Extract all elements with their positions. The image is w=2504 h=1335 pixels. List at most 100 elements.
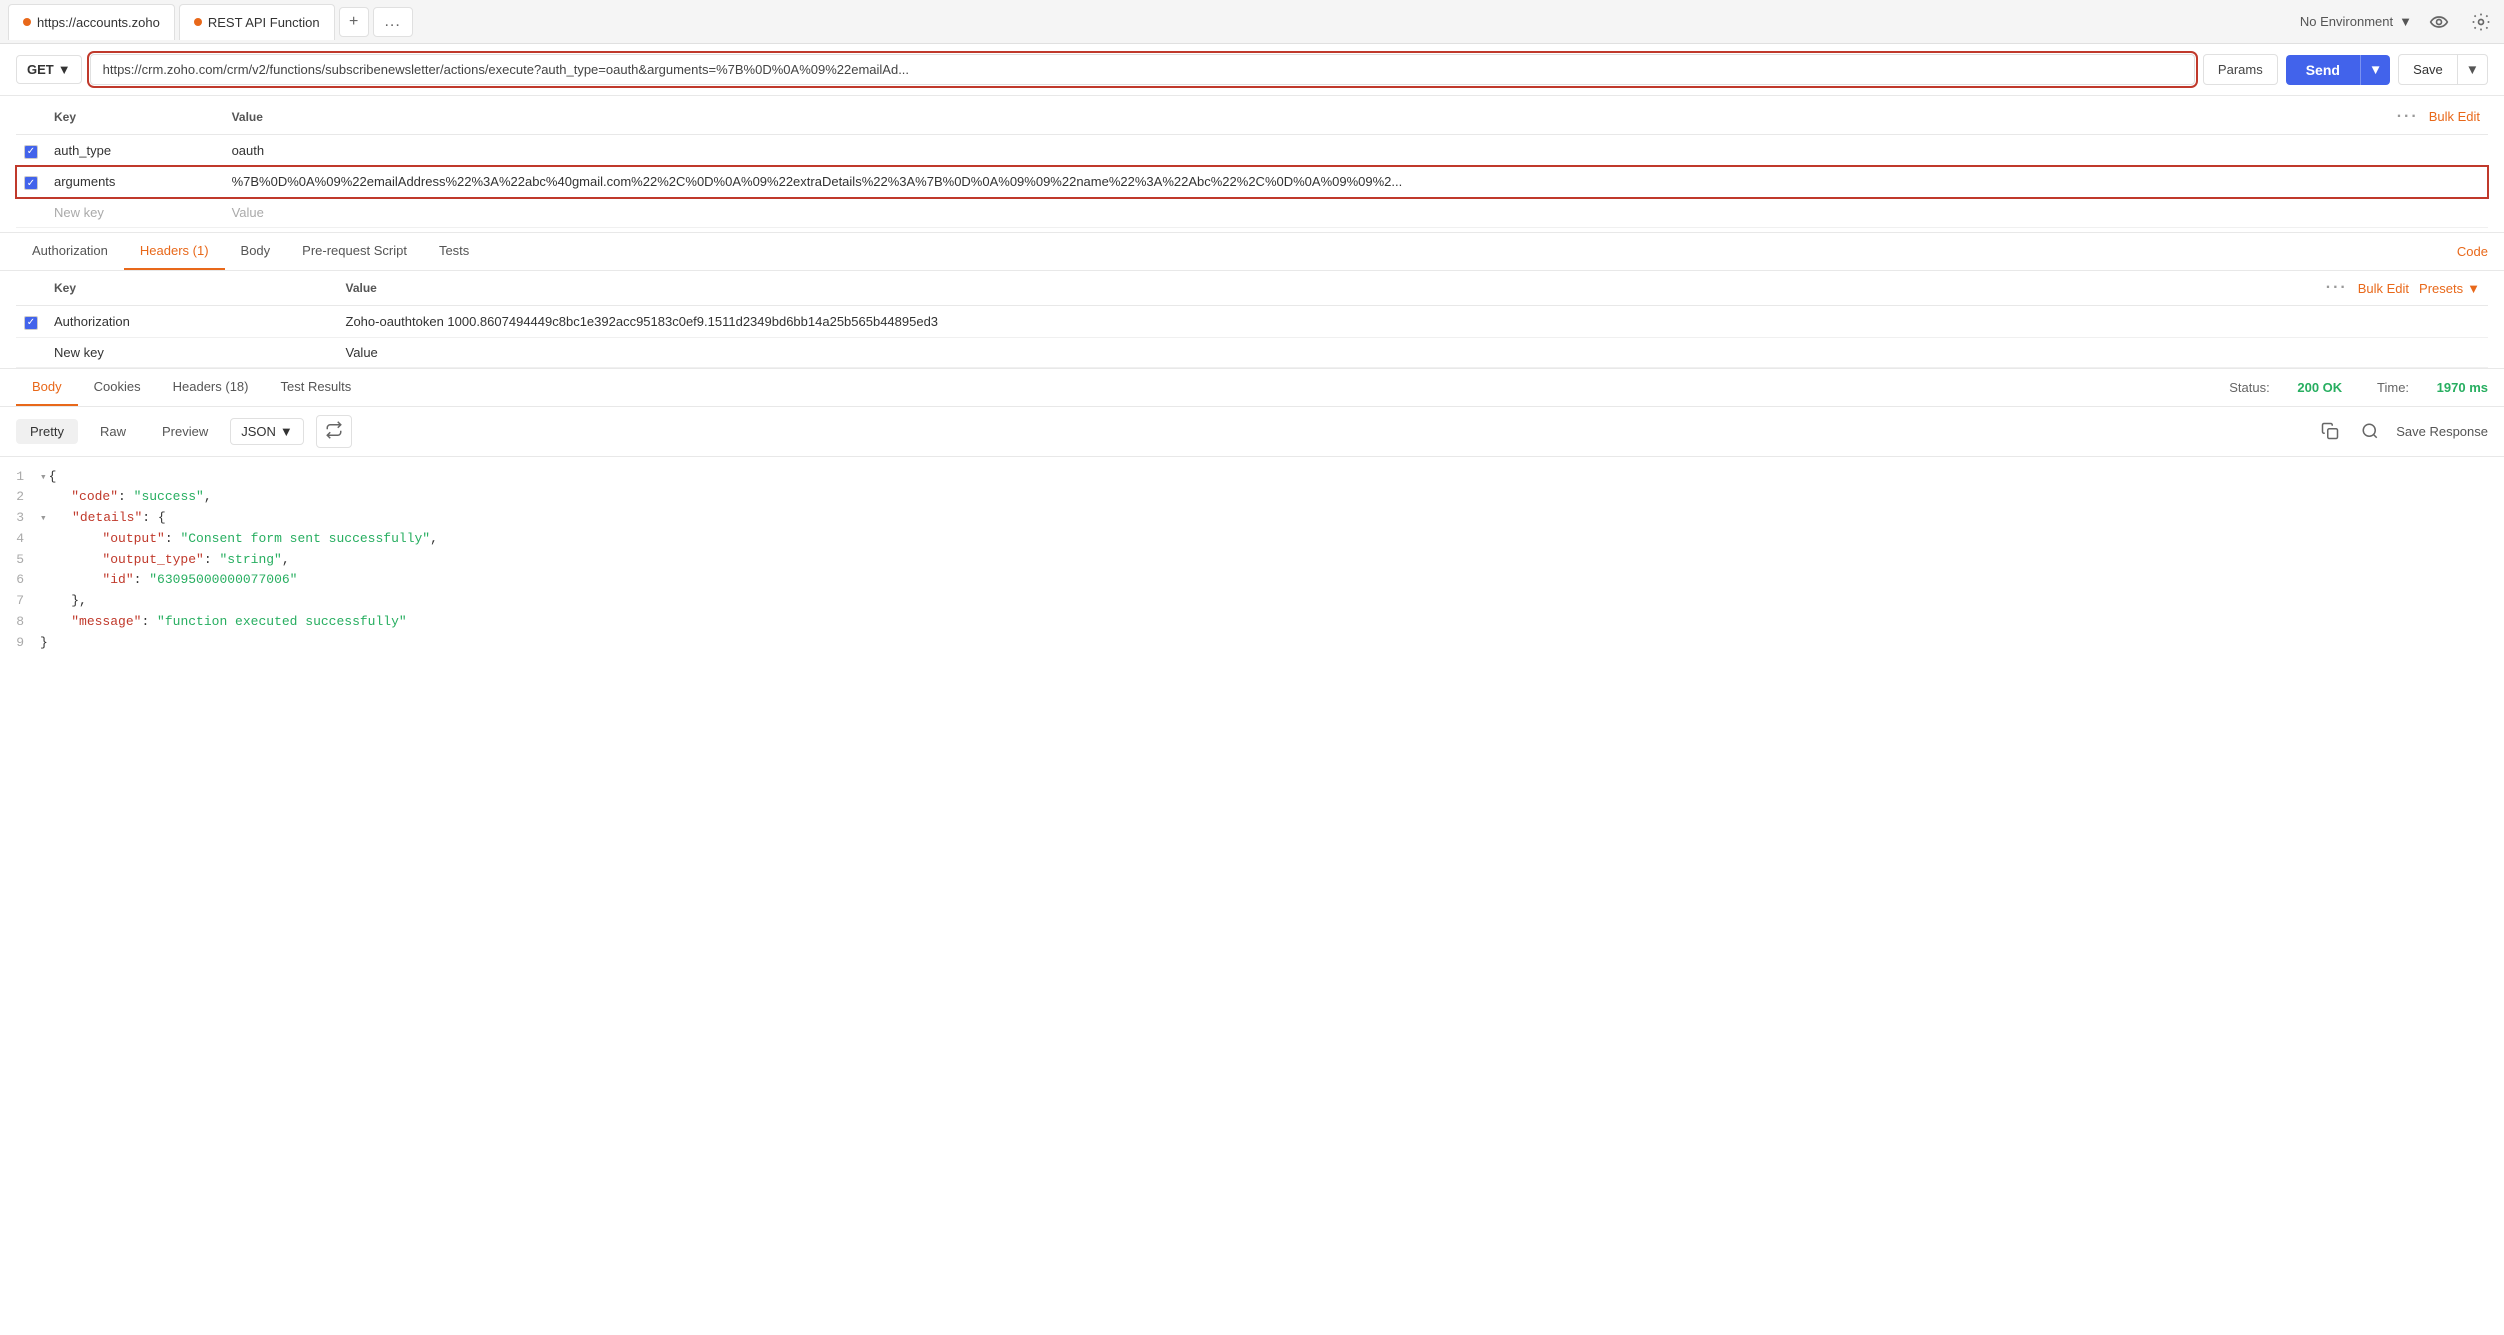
send-dropdown-button[interactable]: ▼ [2360, 55, 2390, 85]
bulk-edit-button[interactable]: Bulk Edit [2429, 109, 2480, 124]
tab-body[interactable]: Body [225, 233, 287, 270]
search-icon[interactable] [2356, 417, 2384, 445]
status-label: Status: [2229, 380, 2269, 395]
tab-accounts-zoho[interactable]: https://accounts.zoho [8, 4, 175, 40]
code-line: 9 } [0, 633, 2504, 654]
tab-dot-icon [194, 18, 202, 26]
params-header-row: Key Value ··· Bulk Edit auth_type oauth [16, 96, 2488, 232]
response-body-toolbar: Pretty Raw Preview JSON ▼ Save Response [0, 407, 2504, 457]
headers-check-header [16, 271, 46, 306]
code-line: 1 ▾{ [0, 467, 2504, 488]
response-tab-cookies[interactable]: Cookies [78, 369, 157, 406]
params-check-header [16, 100, 46, 135]
response-meta: Status: 200 OK Time: 1970 ms [2229, 380, 2488, 395]
environment-selector[interactable]: No Environment ▼ [2300, 14, 2412, 29]
settings-icon[interactable] [2466, 7, 2496, 37]
table-row-new: New key Value [16, 198, 2488, 228]
code-line: 4 "output": "Consent form sent successfu… [0, 529, 2504, 550]
headers-value-header: Value [338, 271, 2269, 306]
main-layout: GET ▼ Params Send ▼ Save ▼ Key Value [0, 44, 2504, 1335]
tab-pre-request-script[interactable]: Pre-request Script [286, 233, 423, 270]
table-row-highlighted: arguments %7B%0D%0A%09%22emailAddress%22… [16, 166, 2488, 198]
presets-button[interactable]: Presets ▼ [2419, 281, 2480, 296]
headers-more-icon[interactable]: ··· [2326, 279, 2348, 297]
more-tabs-button[interactable]: ... [373, 7, 413, 37]
row-checkbox[interactable] [24, 316, 38, 330]
tab-label: REST API Function [208, 15, 320, 30]
code-line: 7 }, [0, 591, 2504, 612]
method-label: GET [27, 62, 54, 77]
headers-bulk-edit-button[interactable]: Bulk Edit [2358, 281, 2409, 296]
response-tab-headers[interactable]: Headers (18) [157, 369, 265, 406]
tab-rest-api[interactable]: REST API Function [179, 4, 335, 40]
time-value: 1970 ms [2437, 380, 2488, 395]
chevron-down-icon: ▼ [280, 424, 293, 439]
chevron-down-icon: ▼ [58, 62, 71, 77]
headers-section: Key Value ··· Bulk Edit Presets ▼ [0, 271, 2504, 369]
param-value: oauth [224, 135, 2288, 167]
add-tab-button[interactable]: + [339, 7, 369, 37]
format-selector[interactable]: JSON ▼ [230, 418, 304, 445]
response-tabs: Body Cookies Headers (18) Test Results S… [0, 369, 2504, 407]
tab-authorization[interactable]: Authorization [16, 233, 124, 270]
chevron-down-icon: ▼ [2399, 14, 2412, 29]
params-value-header: Value [224, 100, 2288, 135]
code-action[interactable]: Code [2457, 244, 2488, 259]
headers-table: Key Value ··· Bulk Edit Presets ▼ [16, 271, 2488, 368]
format-label: JSON [241, 424, 276, 439]
chevron-down-icon: ▼ [2467, 281, 2480, 296]
response-body-actions: Save Response [2316, 417, 2488, 445]
body-tab-preview[interactable]: Preview [148, 419, 222, 444]
tab-label: https://accounts.zoho [37, 15, 160, 30]
time-label: Time: [2377, 380, 2409, 395]
code-line: 2 "code": "success", [0, 487, 2504, 508]
row-checkbox[interactable] [24, 145, 38, 159]
wrap-button[interactable] [316, 415, 352, 448]
eye-icon[interactable] [2424, 7, 2454, 37]
new-key-placeholder[interactable]: New key [46, 198, 224, 228]
method-select[interactable]: GET ▼ [16, 55, 82, 84]
params-table: Key Value ··· Bulk Edit auth_type oauth [16, 100, 2488, 228]
body-tab-raw[interactable]: Raw [86, 419, 140, 444]
save-button[interactable]: Save [2398, 54, 2458, 85]
row-checkbox[interactable] [24, 176, 38, 190]
params-section: Key Value ··· Bulk Edit auth_type oauth [0, 96, 2504, 233]
env-label: No Environment [2300, 14, 2393, 29]
table-row: Authorization Zoho-oauthtoken 1000.86074… [16, 306, 2488, 338]
tab-bar-right: No Environment ▼ [2300, 7, 2496, 37]
url-input[interactable] [90, 54, 2195, 85]
save-button-group: Save ▼ [2398, 54, 2488, 85]
header-key: Authorization [46, 306, 338, 338]
tab-headers[interactable]: Headers (1) [124, 233, 225, 270]
request-tabs: Authorization Headers (1) Body Pre-reque… [0, 233, 2504, 271]
tab-bar: https://accounts.zoho REST API Function … [0, 0, 2504, 44]
body-tab-pretty[interactable]: Pretty [16, 419, 78, 444]
table-row-new: New key Value [16, 337, 2488, 367]
table-row: auth_type oauth [16, 135, 2488, 167]
code-line: 3 ▾ "details": { [0, 508, 2504, 529]
status-value: 200 OK [2297, 380, 2342, 395]
tab-dot-icon [23, 18, 31, 26]
params-key-header: Key [46, 100, 224, 135]
save-response-button[interactable]: Save Response [2396, 424, 2488, 439]
code-line: 6 "id": "63095000000077006" [0, 570, 2504, 591]
code-line: 8 "message": "function executed successf… [0, 612, 2504, 633]
params-more-icon[interactable]: ··· [2397, 108, 2419, 125]
headers-key-header: Key [46, 271, 338, 306]
new-value-placeholder[interactable]: Value [338, 337, 2269, 367]
new-value-placeholder[interactable]: Value [224, 198, 2288, 228]
code-line: 5 "output_type": "string", [0, 550, 2504, 571]
request-bar: GET ▼ Params Send ▼ Save ▼ [0, 44, 2504, 96]
save-dropdown-button[interactable]: ▼ [2458, 54, 2488, 85]
param-key: auth_type [46, 135, 224, 167]
param-key: arguments [46, 166, 224, 198]
new-key-placeholder[interactable]: New key [46, 337, 338, 367]
send-button[interactable]: Send [2286, 55, 2360, 85]
response-tab-test-results[interactable]: Test Results [264, 369, 367, 406]
header-value: Zoho-oauthtoken 1000.8607494449c8bc1e392… [338, 306, 2269, 338]
param-value: %7B%0D%0A%09%22emailAddress%22%3A%22abc%… [224, 166, 2288, 198]
response-tab-body[interactable]: Body [16, 369, 78, 406]
copy-icon[interactable] [2316, 417, 2344, 445]
params-button[interactable]: Params [2203, 54, 2278, 85]
tab-tests[interactable]: Tests [423, 233, 485, 270]
